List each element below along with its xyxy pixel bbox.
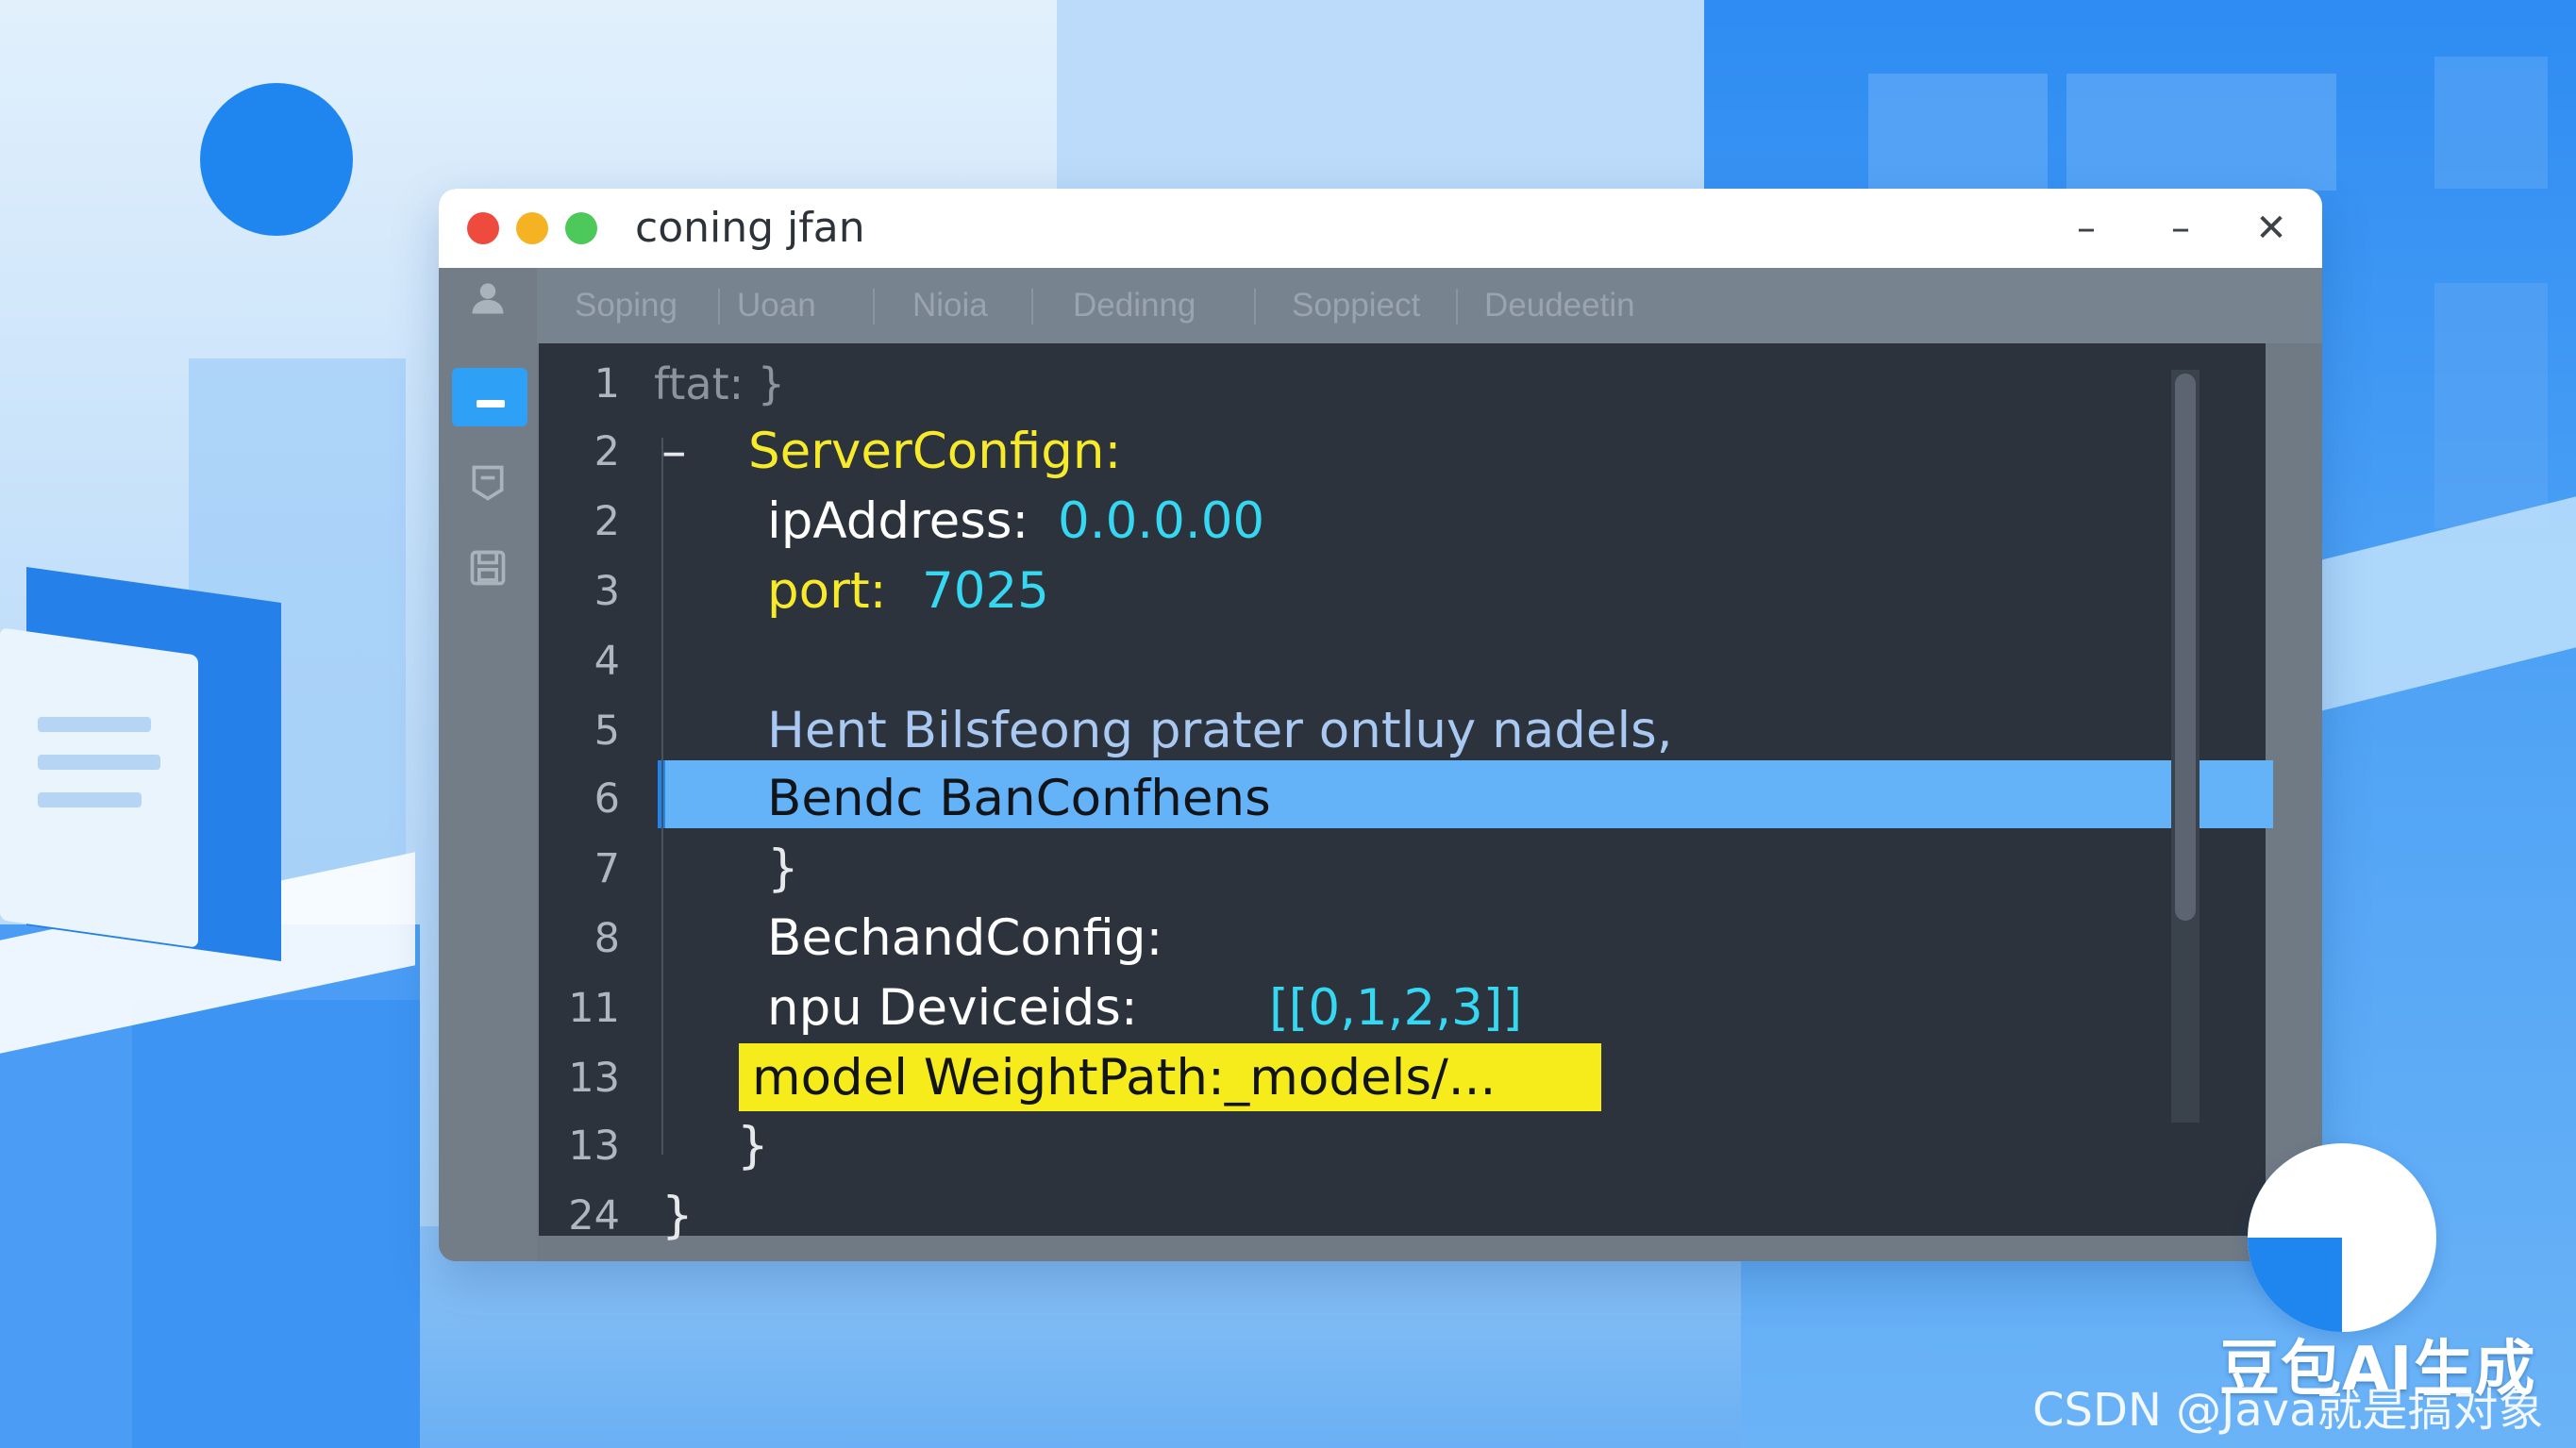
- config-key: npu Deviceids:: [767, 979, 1138, 1037]
- document-line: [38, 792, 142, 807]
- tab-nioia[interactable]: Nioia: [912, 268, 988, 343]
- tab-separator: [1031, 289, 1033, 325]
- line-number: 7: [594, 845, 620, 892]
- code-comment: Hent Bilsfeong prater ontluy nadels,: [767, 702, 1673, 759]
- line-number: 8: [594, 915, 620, 962]
- line-number: 1: [594, 360, 620, 408]
- tab-separator: [1456, 289, 1458, 325]
- tab-separator: [1254, 289, 1256, 325]
- files-icon[interactable]: [452, 368, 527, 426]
- pie-slice: [2248, 1238, 2342, 1332]
- minimize-icon[interactable]: –: [2152, 200, 2209, 257]
- vertical-scrollbar[interactable]: [2171, 370, 2200, 1123]
- document-line: [38, 755, 160, 770]
- code-line: model WeightPath:_models/...: [752, 1049, 1497, 1107]
- background-tile: [2066, 74, 2336, 191]
- user-icon[interactable]: [460, 277, 516, 334]
- document-line: [38, 717, 151, 732]
- line-number: 13: [568, 1055, 620, 1102]
- tab-uoan[interactable]: Uoan: [737, 268, 816, 343]
- config-key: port:: [767, 562, 887, 620]
- line-number: 5: [594, 707, 620, 755]
- config-value: 0.0.0.00: [1058, 492, 1265, 550]
- code-brace: }: [767, 840, 799, 897]
- line-number: 13: [568, 1123, 620, 1170]
- config-value: 7025: [922, 562, 1049, 620]
- config-key: ServerConfign:: [748, 423, 1122, 480]
- minimize-icon[interactable]: –: [2058, 200, 2115, 257]
- menu-tabs: Soping Uoan Nioia Dedinng Soppiect Deude…: [537, 268, 2322, 343]
- maximize-dot-icon[interactable]: [565, 212, 597, 244]
- code-line: Bendc BanConfhens: [767, 770, 1271, 827]
- tab-separator: [873, 289, 875, 325]
- comment-icon[interactable]: [460, 462, 516, 519]
- pie-decoration: [2248, 1143, 2436, 1332]
- line-number: 4: [594, 638, 620, 685]
- code-brace: }: [737, 1117, 769, 1174]
- code-brace: }: [661, 1187, 694, 1244]
- background-tile: [2434, 283, 2548, 528]
- code-editor[interactable]: 1 2 2 3 4 5 6 7 8 11 13 13 24 ftat: } – …: [539, 343, 2273, 1244]
- window-title: coning jfan: [635, 204, 865, 252]
- line-number: 24: [568, 1192, 620, 1240]
- minimize-dot-icon[interactable]: [516, 212, 548, 244]
- tab-soppiect[interactable]: Soppiect: [1292, 268, 1420, 343]
- tab-dedinng[interactable]: Dedinng: [1073, 268, 1196, 343]
- close-dot-icon[interactable]: [467, 212, 499, 244]
- line-number: 2: [594, 428, 620, 475]
- decorative-document: [0, 627, 198, 948]
- indent-guide: [661, 438, 663, 1155]
- fold-marker[interactable]: –: [661, 419, 687, 485]
- title-bar: coning jfan – – ✕: [439, 189, 2322, 268]
- activity-bar: [439, 268, 537, 1261]
- tab-deudeetin[interactable]: Deudeetin: [1484, 268, 1635, 343]
- close-icon[interactable]: ✕: [2243, 200, 2300, 257]
- watermark-sub: CSDN @Java就是搞对象: [2032, 1384, 2544, 1437]
- background-tile: [2434, 57, 2548, 189]
- line-number: 2: [594, 498, 620, 545]
- line-number: 6: [594, 775, 620, 823]
- line-number-gutter: 1 2 2 3 4 5 6 7 8 11 13 13 24: [539, 343, 652, 1240]
- line-number: 3: [594, 568, 620, 615]
- config-key: BechandConfig:: [767, 909, 1163, 967]
- config-value: [[0,1,2,3]]: [1269, 979, 1523, 1037]
- scrollbar-thumb[interactable]: [2175, 374, 2196, 921]
- tab-separator: [718, 289, 720, 325]
- tab-soping[interactable]: Soping: [575, 268, 677, 343]
- save-icon[interactable]: [460, 547, 516, 604]
- editor-window: coning jfan – – ✕ Soping Uoan Nioia Dedi…: [439, 189, 2322, 1261]
- background-panel: [1057, 0, 1717, 189]
- decorative-block: [132, 1000, 420, 1448]
- config-key: ipAddress:: [767, 492, 1029, 550]
- line-number: 11: [568, 985, 620, 1032]
- code-line: ftat: }: [654, 358, 786, 409]
- background-tile: [1868, 74, 2048, 191]
- decorative-circle: [200, 83, 353, 236]
